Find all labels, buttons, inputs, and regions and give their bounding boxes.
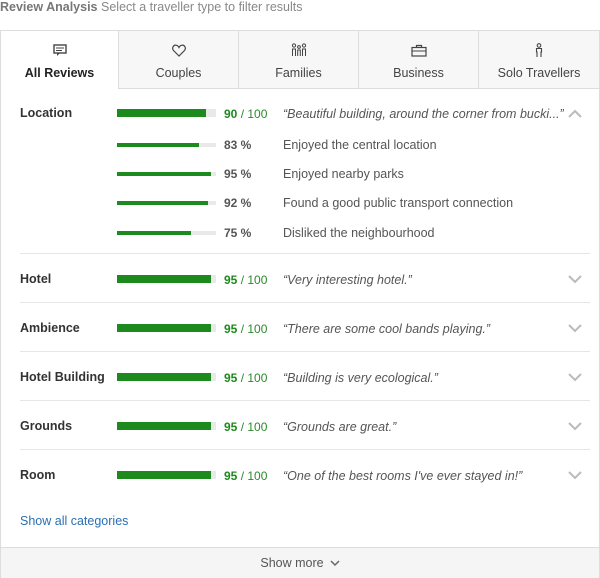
category-ambience[interactable]: Ambience 95 / 100 “There are some cool b… [1, 316, 599, 346]
tab-all-reviews[interactable]: All Reviews [1, 31, 118, 89]
sub-text: Enjoyed nearby parks [283, 167, 404, 181]
review-analysis-panel: All Reviews Couples Families Business So… [0, 30, 600, 578]
score-bar [117, 324, 216, 332]
chevron-down-icon [330, 559, 340, 566]
score-bar [117, 471, 216, 479]
category-quote: “One of the best rooms I've ever stayed … [283, 469, 523, 483]
sub-bar [117, 231, 216, 235]
sub-text: Found a good public transport connection [283, 196, 514, 210]
category-location[interactable]: Location 90 / 100 “Beautiful building, a… [1, 101, 599, 261]
category-name: Hotel [20, 272, 52, 286]
tab-label: Couples [155, 66, 202, 80]
page-heading: Review Analysis Select a traveller type … [0, 0, 302, 14]
category-score: 95 / 100 [224, 322, 268, 336]
tab-couples[interactable]: Couples [118, 31, 238, 88]
category-score: 90 / 100 [224, 107, 268, 121]
traveller-type-tabs: All Reviews Couples Families Business So… [1, 31, 599, 89]
sub-bar [117, 172, 216, 176]
divider [20, 449, 590, 450]
category-score: 95 / 100 [224, 371, 268, 385]
tab-label: Families [275, 66, 322, 80]
person-icon [534, 42, 544, 58]
category-quote: “Beautiful building, around the corner f… [283, 107, 564, 121]
heading-title: Review Analysis [0, 0, 98, 14]
category-quote: “Very interesting hotel.” [283, 273, 412, 287]
sub-percent: 75 % [224, 226, 252, 240]
chevron-down-icon[interactable] [567, 372, 583, 382]
heading-subtitle: Select a traveller type to filter result… [101, 0, 303, 14]
divider [20, 302, 590, 303]
score-bar [117, 373, 216, 381]
score-bar-fill [117, 109, 207, 117]
heart-icon [171, 42, 186, 58]
category-hotel[interactable]: Hotel 95 / 100 “Very interesting hotel.” [1, 267, 599, 297]
tab-families[interactable]: Families [238, 31, 358, 88]
category-name: Location [20, 106, 73, 120]
category-room[interactable]: Room 95 / 100 “One of the best rooms I'v… [1, 463, 599, 493]
category-grounds[interactable]: Grounds 95 / 100 “Grounds are great.” [1, 414, 599, 444]
category-quote: “Building is very ecological.” [283, 371, 438, 385]
category-score: 95 / 100 [224, 273, 268, 287]
sub-text: Enjoyed the central location [283, 138, 437, 152]
category-name: Grounds [20, 419, 73, 433]
category-score: 95 / 100 [224, 420, 268, 434]
chevron-down-icon[interactable] [567, 470, 583, 480]
category-name: Hotel Building [20, 370, 105, 384]
category-name: Ambience [20, 321, 80, 335]
show-all-categories-link[interactable]: Show all categories [20, 514, 128, 528]
category-name: Room [20, 468, 56, 482]
chevron-down-icon[interactable] [567, 323, 583, 333]
tab-solo-travellers[interactable]: Solo Travellers [478, 31, 599, 88]
category-score: 95 / 100 [224, 469, 268, 483]
sub-bar [117, 143, 216, 147]
tab-business[interactable]: Business [358, 31, 478, 88]
sub-percent: 83 % [224, 138, 252, 152]
sub-percent: 92 % [224, 196, 252, 210]
sub-text: Disliked the neighbourhood [283, 226, 435, 240]
category-quote: “There are some cool bands playing.” [283, 322, 491, 336]
score-bar [117, 422, 216, 430]
divider [20, 253, 590, 254]
sub-bar [117, 201, 216, 205]
tab-label: All Reviews [24, 66, 95, 80]
briefcase-icon [410, 42, 427, 58]
score-bar [117, 275, 216, 283]
tab-label: Solo Travellers [497, 66, 581, 80]
divider [20, 400, 590, 401]
show-more-button[interactable]: Show more [1, 547, 599, 578]
tab-label: Business [393, 66, 444, 80]
family-icon [291, 42, 307, 58]
chevron-up-icon[interactable] [567, 109, 583, 119]
score-bar [117, 109, 216, 117]
review-icon [52, 42, 67, 58]
category-hotel-building[interactable]: Hotel Building 95 / 100 “Building is ver… [1, 365, 599, 395]
divider [20, 351, 590, 352]
chevron-down-icon[interactable] [567, 421, 583, 431]
chevron-down-icon[interactable] [567, 274, 583, 284]
show-more-label: Show more [260, 556, 324, 570]
category-quote: “Grounds are great.” [283, 420, 397, 434]
sub-percent: 95 % [224, 167, 252, 181]
